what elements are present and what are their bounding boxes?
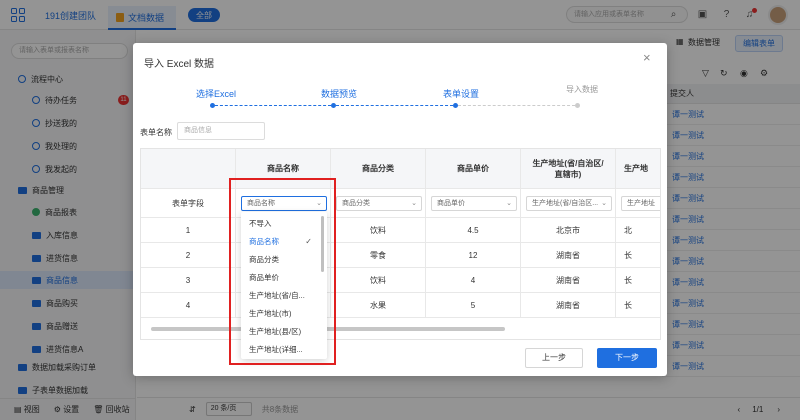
table-cell: 长 <box>616 268 660 293</box>
table-cell: 水果 <box>331 293 426 318</box>
table-cell: 4 <box>141 293 236 318</box>
field-select-address[interactable]: 生产地址 <box>621 196 660 211</box>
table-cell: 4 <box>426 268 521 293</box>
modal-title: 导入 Excel 数据 <box>144 59 215 70</box>
table-cell: 湖南省 <box>521 268 616 293</box>
field-select-region[interactable]: 生产地址(省/自治区... ⌄ <box>526 196 612 211</box>
column-header: 生产地址(省/自治区/直辖市) <box>521 149 616 189</box>
chevron-down-icon: ⌄ <box>506 200 512 207</box>
table-cell: 12 <box>426 243 521 268</box>
table-cell: 3 <box>141 268 236 293</box>
table-cell: 1 <box>141 218 236 243</box>
step-import-data: 导入数据 <box>566 85 598 94</box>
field-select-category[interactable]: 商品分类 ⌄ <box>336 196 422 211</box>
column-header: 生产地 <box>616 149 660 189</box>
step-dot <box>575 103 580 108</box>
mapping-table: 商品名称 商品分类 商品单价 生产地址(省/自治区/直辖市) 生产地 表单字段 … <box>140 148 661 340</box>
table-corner <box>141 149 236 189</box>
prev-step-button[interactable]: 上一步 <box>525 348 583 368</box>
row-header-form-field: 表单字段 <box>141 189 236 218</box>
highlight-annotation <box>229 178 336 365</box>
table-cell: 2 <box>141 243 236 268</box>
table-cell: 湖南省 <box>521 293 616 318</box>
chevron-down-icon: ⌄ <box>411 200 417 207</box>
table-cell: 饮料 <box>331 268 426 293</box>
import-excel-modal: 导入 Excel 数据 × 选择Excel 数据预览 表单设置 导入数据 表单名… <box>133 43 667 376</box>
form-name-label: 表单名称 <box>140 128 172 137</box>
step-select-excel: 选择Excel <box>196 89 237 99</box>
form-name-input[interactable]: 商品信息 <box>177 122 265 140</box>
field-select-price[interactable]: 商品单价 ⌄ <box>431 196 517 211</box>
step-data-preview: 数据预览 <box>321 89 358 99</box>
table-cell: 4.5 <box>426 218 521 243</box>
table-cell: 湖南省 <box>521 243 616 268</box>
table-cell: 长 <box>616 243 660 268</box>
table-cell: 零食 <box>331 243 426 268</box>
next-step-button[interactable]: 下一步 <box>597 348 657 368</box>
step-form-settings: 表单设置 <box>443 89 480 99</box>
step-line <box>215 105 331 106</box>
step-line <box>458 105 575 106</box>
table-cell: 5 <box>426 293 521 318</box>
table-cell: 北 <box>616 218 660 243</box>
close-icon[interactable]: × <box>643 51 651 65</box>
table-cell: 北京市 <box>521 218 616 243</box>
table-cell: 饮料 <box>331 218 426 243</box>
column-header: 商品单价 <box>426 149 521 189</box>
column-header: 商品分类 <box>331 149 426 189</box>
chevron-down-icon: ⌄ <box>601 200 607 207</box>
step-line <box>336 105 453 106</box>
table-cell: 长 <box>616 293 660 318</box>
